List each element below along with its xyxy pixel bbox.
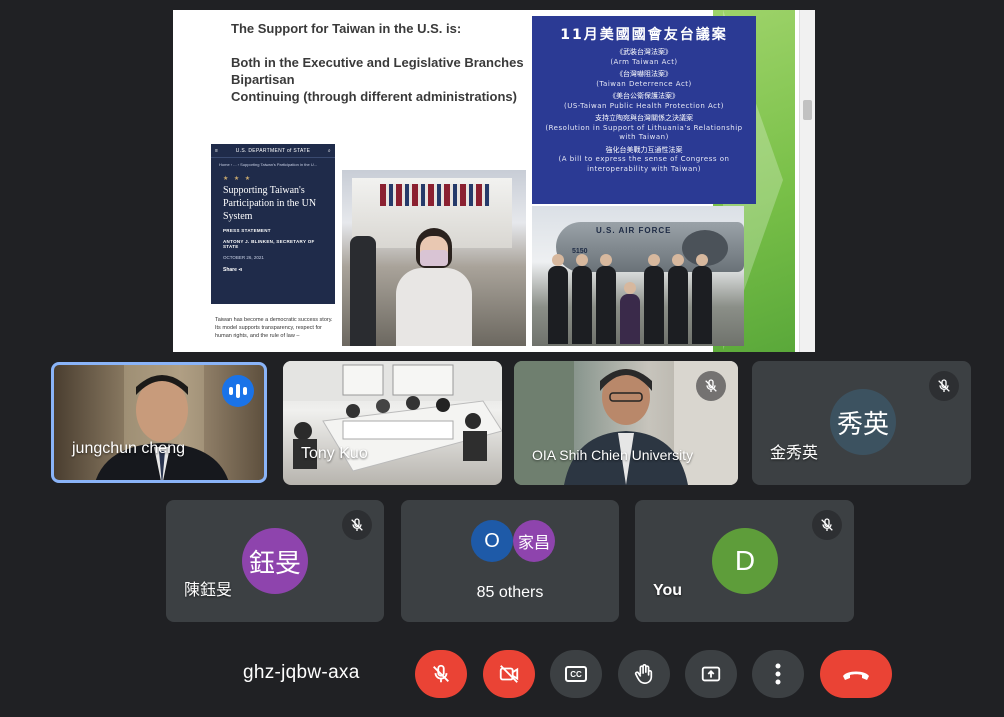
shared-presentation: The Support for Taiwan in the U.S. is: B… <box>173 10 815 352</box>
participant-name: You <box>653 582 683 599</box>
slide-text: The Support for Taiwan in the U.S. is: B… <box>231 20 531 105</box>
dept-author: ANTONY J. BLINKEN, SECRETARY OF STATE <box>223 239 315 249</box>
mic-off-icon <box>812 510 842 540</box>
slide-point: Continuing (through different administra… <box>231 89 517 104</box>
participant-tile-tony[interactable]: Tony Kuo <box>283 361 502 485</box>
capitol-photo <box>342 170 526 346</box>
meeting-code: ghz-jqbw-axa <box>243 662 360 683</box>
slide-point: Both in the Executive and Legislative Br… <box>231 55 524 70</box>
mic-off-icon <box>433 664 449 683</box>
bills-title: 11月美國國會友台議案 <box>560 27 728 43</box>
participant-tile-you[interactable]: D You <box>635 500 854 622</box>
raise-hand-button[interactable] <box>618 650 670 698</box>
captions-button[interactable]: CC <box>550 650 602 698</box>
participant-name: Tony Kuo <box>301 445 368 462</box>
avatar: 鈺旻 <box>242 528 308 594</box>
presentation-scrollbar[interactable] <box>799 10 815 352</box>
mic-off-icon <box>342 510 372 540</box>
slide-heading: The Support for Taiwan in the U.S. is: <box>231 21 462 36</box>
mic-off-icon <box>929 371 959 401</box>
air-force-photo: U.S. AIR FORCE 5150 <box>532 206 744 346</box>
slide-point: Bipartisan <box>231 72 295 87</box>
dept-share: Share ⋖ <box>223 267 243 273</box>
menu-icon: ≡ <box>215 147 219 154</box>
hand-icon <box>634 664 653 684</box>
participant-tile-others[interactable]: O 家昌 85 others <box>401 500 619 622</box>
present-screen-icon <box>701 666 721 682</box>
slide: The Support for Taiwan in the U.S. is: B… <box>177 10 797 352</box>
camera-toggle-button[interactable] <box>483 650 535 698</box>
participant-name: 金秀英 <box>770 445 819 462</box>
dept-title: Supporting Taiwan's Participation in the… <box>223 185 317 222</box>
mic-off-icon <box>696 371 726 401</box>
search-icon: ⌕ <box>327 147 331 154</box>
participant-name: jungchun cheng <box>72 440 185 457</box>
participant-tile-kim[interactable]: 秀英 金秀英 <box>752 361 971 485</box>
others-count: 85 others <box>476 584 544 601</box>
share-icon: ⋖ <box>238 267 243 273</box>
hang-up-icon <box>843 671 869 680</box>
present-button[interactable] <box>685 650 737 698</box>
state-dept-screenshot: ≡ U.S. DEPARTMENT of STATE ⌕ Home › ... … <box>211 144 335 304</box>
avatar: 家昌 <box>513 520 555 562</box>
participant-tile-chen[interactable]: 鈺旻 陳鈺旻 <box>166 500 384 622</box>
participant-tile-jungchun[interactable]: jungchun cheng <box>51 362 267 483</box>
plane-text: U.S. AIR FORCE <box>596 226 672 235</box>
dept-breadcrumb: Home › ... › Supporting Taiwan's Partici… <box>219 162 318 167</box>
more-vert-icon <box>775 663 781 685</box>
more-options-button[interactable] <box>752 650 804 698</box>
dept-body-text: Taiwan has become a democratic success s… <box>215 317 333 339</box>
participant-name: OIA Shih Chien University <box>532 447 694 463</box>
leave-call-button[interactable] <box>820 650 892 698</box>
bills-panel: 11月美國國會友台議案 《武裝台灣法案》 (Arm Taiwan Act) 《台… <box>532 16 756 204</box>
mic-toggle-button[interactable] <box>415 650 467 698</box>
video-tony <box>283 361 502 472</box>
camera-off-icon <box>499 665 519 683</box>
dept-type: PRESS STATEMENT <box>223 228 271 233</box>
captions-icon: CC <box>565 666 587 682</box>
avatar: D <box>712 528 778 594</box>
dept-header: U.S. DEPARTMENT of STATE <box>235 147 311 154</box>
participant-name: 陳鈺旻 <box>184 582 233 599</box>
dept-stars: ★ ★ ★ <box>223 176 253 182</box>
dept-date: OCTOBER 26, 2021 <box>223 255 264 260</box>
avatar: 秀英 <box>830 389 896 455</box>
speaking-indicator-icon <box>222 375 254 407</box>
avatar: O <box>471 520 513 562</box>
participant-tile-oia[interactable]: OIA Shih Chien University <box>514 361 738 485</box>
